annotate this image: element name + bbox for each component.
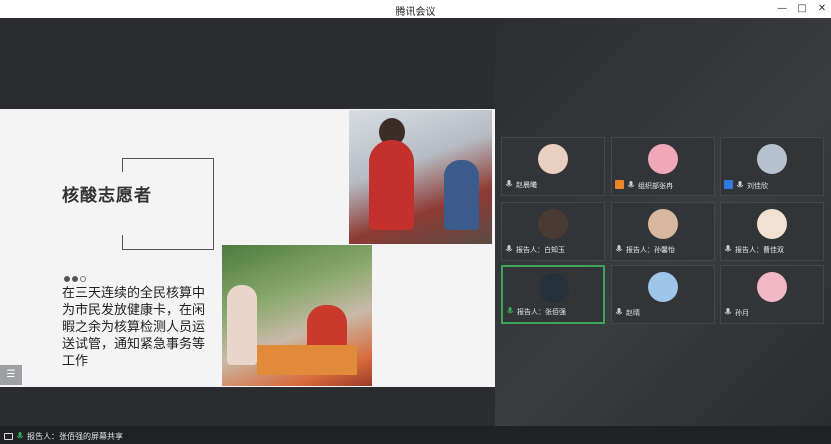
participant-tile[interactable]: 组织部张冉 <box>611 137 715 196</box>
mic-icon <box>615 245 623 253</box>
participant-role-prefix: 报告人： <box>516 246 544 254</box>
host-icon <box>724 180 733 189</box>
participant-label: 报告人：曹佳双 <box>724 245 784 257</box>
photo-figure <box>257 345 357 375</box>
avatar <box>538 209 568 239</box>
screen-share-label: 报告人：张佰强的屏幕共享 <box>27 432 123 441</box>
avatar <box>648 209 678 239</box>
participant-label: 赵晴 <box>615 308 640 320</box>
avatar <box>648 272 678 302</box>
photo-figure <box>227 285 257 365</box>
mic-icon <box>16 432 24 440</box>
participant-tile[interactable]: 赵晴 <box>611 265 715 324</box>
photo-figure <box>444 160 479 230</box>
avatar <box>757 272 787 302</box>
shared-screen-pane: 核酸志愿者 在三天连续的全民核算中为市民发放健康卡，在闲暇之余为核算检测人员运送… <box>0 18 495 426</box>
participant-name: 赵晨曦 <box>516 181 537 189</box>
participant-label: 组织部张冉 <box>615 180 673 192</box>
screen-share-indicator: 报告人：张佰强的屏幕共享 <box>4 431 123 442</box>
window-title: 腾讯会议 <box>395 7 436 18</box>
participant-tile[interactable]: 刘佳欣 <box>720 137 824 196</box>
mic-icon <box>627 181 635 189</box>
participant-name: 孙馨怡 <box>654 246 675 254</box>
slide-menu-button[interactable]: ☰ <box>0 365 22 385</box>
maximize-button[interactable]: □ <box>795 2 809 16</box>
avatar <box>538 144 568 174</box>
volunteer-photo-top <box>349 110 492 244</box>
participant-label: 报告人：白知玉 <box>505 245 565 257</box>
participant-tile[interactable]: 报告人：曹佳双 <box>720 202 824 261</box>
participant-name: 孙月 <box>735 309 749 317</box>
screen-share-icon <box>4 433 13 440</box>
participant-tile[interactable]: 赵晨曦 <box>501 137 605 196</box>
dot <box>80 276 86 282</box>
participant-role-prefix: 报告人： <box>517 308 545 316</box>
title-frame-line <box>122 235 123 249</box>
title-frame-line <box>122 158 214 159</box>
participant-name: 组织部张冉 <box>638 182 673 190</box>
dot <box>72 276 78 282</box>
title-frame-line <box>122 158 123 172</box>
participant-label: 刘佳欣 <box>724 180 768 192</box>
participant-name: 张佰强 <box>545 308 566 316</box>
minimize-button[interactable]: — <box>775 2 789 16</box>
participant-label: 孙月 <box>724 308 749 320</box>
slide-title: 核酸志愿者 <box>62 186 152 206</box>
mic-icon <box>506 307 514 315</box>
mic-icon <box>724 308 732 316</box>
participant-name: 白知玉 <box>544 246 565 254</box>
participant-tile[interactable]: 报告人：白知玉 <box>501 202 605 261</box>
mic-icon <box>615 308 623 316</box>
participant-tile[interactable]: 孙月 <box>720 265 824 324</box>
slide-body-text: 在三天连续的全民核算中为市民发放健康卡，在闲暇之余为核算检测人员运送试管，通知紧… <box>62 286 206 369</box>
participant-label: 报告人：孙馨怡 <box>615 245 675 257</box>
close-button[interactable]: ✕ <box>815 2 829 16</box>
mic-icon <box>736 181 744 189</box>
organizer-icon <box>615 180 624 189</box>
participant-role-prefix: 报告人： <box>735 246 763 254</box>
participant-label: 赵晨曦 <box>505 180 537 192</box>
dot <box>64 276 70 282</box>
participant-tile[interactable]: 报告人：张佰强 <box>501 265 605 324</box>
participant-tile[interactable]: 报告人：孙馨怡 <box>611 202 715 261</box>
status-bar: 报告人：张佰强的屏幕共享 <box>0 426 831 444</box>
avatar <box>648 144 678 174</box>
avatar <box>757 209 787 239</box>
participant-label: 报告人：张佰强 <box>506 307 566 319</box>
slide-dots <box>64 267 88 282</box>
mic-icon <box>505 245 513 253</box>
participant-name: 刘佳欣 <box>747 182 768 190</box>
mic-icon <box>724 245 732 253</box>
participant-name: 曹佳双 <box>763 246 784 254</box>
photo-figure <box>369 140 414 230</box>
participant-name: 赵晴 <box>626 309 640 317</box>
participant-role-prefix: 报告人： <box>626 246 654 254</box>
title-frame-line <box>213 158 214 249</box>
title-bar: 腾讯会议 — □ ✕ <box>0 0 831 18</box>
presentation-slide: 核酸志愿者 在三天连续的全民核算中为市民发放健康卡，在闲暇之余为核算检测人员运送… <box>0 109 495 387</box>
avatar <box>539 273 569 303</box>
avatar <box>757 144 787 174</box>
mic-icon <box>505 180 513 188</box>
volunteer-photo-bottom <box>222 245 372 386</box>
title-frame-line <box>122 249 214 250</box>
